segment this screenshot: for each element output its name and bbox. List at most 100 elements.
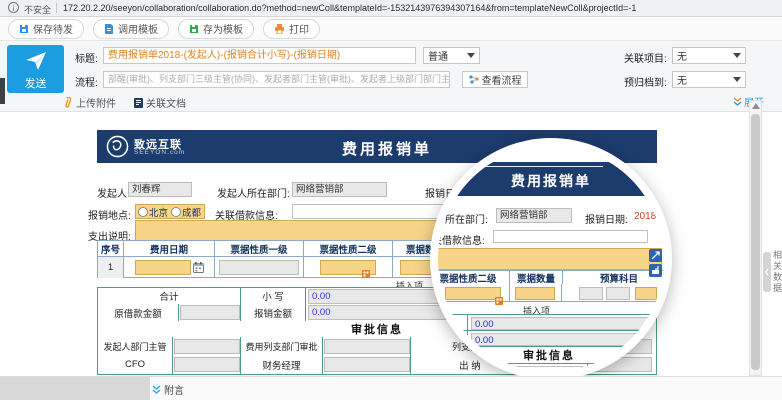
divider [56,3,57,13]
mag-col-divider [509,284,510,302]
save-as-template-button[interactable]: 存为模板 [178,19,254,39]
form-title: 费用报销单 [257,138,517,159]
mag-col-nature2: 票据性质二级 [438,271,510,284]
calendar-icon[interactable] [193,262,204,273]
page: i 不安全 172.20.2.20/seeyon/collaboration/c… [0,0,782,400]
mag-value1: 0.00 [471,317,651,330]
chevron-down-icon [733,53,741,58]
priority-value: 普通 [428,48,448,63]
radio-chengdu[interactable]: 成都 [171,205,201,219]
use-template-button[interactable]: 调用模板 [93,19,169,39]
mag-date-label: 报销日期: [585,211,628,226]
related-project-label: 关联项目: [624,50,667,65]
scroll-up-icon[interactable] [752,103,760,109]
mag-date-value: 2018- [634,211,660,222]
flow-icon [469,75,479,84]
radio-beijing-label: 北京 [149,205,168,219]
total-label: 合计 [98,288,241,304]
title-input[interactable]: 费用报销单2018-(发起人)-(报销合计小写)-(报销日期) [103,47,416,64]
approver1-label: 发起人部门主管 [98,337,173,355]
initiator-dept-field: 网络营销部 [292,182,387,197]
approver4-input [174,357,240,372]
mag-divider [587,364,588,372]
amount-words-label: 小 写 [241,288,306,304]
radio-beijing[interactable]: 北京 [138,205,168,219]
mag-col-divider [561,284,562,302]
mag-cashier-row: 出 纳 刘春辉 [438,363,664,372]
priority-select[interactable]: 普通 [423,47,480,64]
prearchive-value: 无 [677,72,687,87]
orig-loan-input [180,305,240,320]
approver1-input [174,339,240,354]
collapse-field-icon[interactable] [649,264,662,277]
mag-value2: 0.00 [471,333,651,346]
related-project-select[interactable]: 无 [672,47,746,64]
expand-field-icon[interactable] [649,249,662,262]
mag-loan-label: 关借款信息: [438,232,485,247]
approver2-cell [323,337,411,355]
send-button[interactable]: 发送 [7,45,64,93]
upload-attachment-label: 上传附件 [76,95,116,110]
mag-budget-extra-input [635,287,657,300]
link-document-label: 关联文档 [146,95,186,110]
view-flow-button[interactable]: 查看流程 [462,71,528,88]
related-project-value: 无 [677,48,687,63]
location-options: 北京 成都 [135,204,205,219]
approver4-cell [173,355,241,374]
approver5-label: 财务经理 [241,355,323,374]
double-chevron-down-icon [152,385,161,395]
radio-chengdu-label: 成都 [182,205,201,219]
info-icon[interactable]: i [8,2,19,13]
col-nature1: 票据性质一级 [215,241,304,256]
mag-divider [467,364,468,372]
send-label: 发送 [7,75,64,91]
mag-header-line [483,166,603,167]
col-nature2: 票据性质二级 [304,241,393,256]
print-label: 打印 [289,21,309,36]
lookup-icon[interactable] [362,270,370,278]
seeyon-logo-icon [106,135,129,158]
magnifier-circle: 费用报销单 所在部门: 网络营销部 报销日期: 2018- 关借款信息: 票据性… [430,138,672,380]
prearchive-select[interactable]: 无 [672,71,746,88]
scroll-thumb[interactable] [751,114,760,370]
mag-budget-input [579,287,603,300]
initiator-label: 发起人: [97,185,130,200]
mag-col-qty: 票据数量 [510,271,563,284]
mag-cashier-label: 出 纳 [438,367,448,372]
approver2-label: 费用列支部门审批 [241,337,323,355]
prearchive-label: 预归档到: [624,74,667,89]
approver2-input [324,339,410,354]
right-panel-tab[interactable]: 相关数据 [771,250,782,294]
security-label: 不安全 [24,3,51,16]
location-label: 报销地点: [88,207,131,222]
collapse-left-icon [763,252,771,292]
view-flow-label: 查看流程 [482,72,522,87]
mag-loan-input [493,230,648,243]
print-button[interactable]: 打印 [263,19,320,39]
note-toggle[interactable]: 附言 [152,382,184,397]
logo-text-en: SEEYON.com [134,149,185,156]
paperclip-icon [64,97,73,108]
mag-table-row [438,284,664,302]
flow-input[interactable]: 部醒(审批)、列支部门三级主管(协同)、发起者部门主管(审批)、发起者上级部门部… [103,71,450,88]
note-label: 附言 [164,382,184,397]
date-input[interactable] [135,260,191,275]
save-green-icon [189,24,199,34]
upload-attachment-link[interactable]: 上传附件 [64,95,116,110]
flow-value: 部醒(审批)、列支部门三级主管(协同)、发起者部门主管(审批)、发起者上级部门部… [108,74,450,84]
right-panel-handle[interactable] [763,252,771,292]
document-icon [134,98,143,108]
approval-header: 审批信息 [351,321,403,337]
left-panel-sliver [0,78,5,104]
template-icon [104,24,114,34]
address-url[interactable]: 172.20.2.20/seeyon/collaboration/collabo… [63,3,763,13]
mag-budget-input [606,287,630,300]
initiator-dept-label: 发起人所在部门: [217,185,290,200]
link-document-link[interactable]: 关联文档 [134,95,186,110]
mag-dept-label: 所在部门: [445,211,488,226]
save-draft-button[interactable]: 保存待发 [8,19,84,39]
mag-nature2-input [445,287,501,300]
footer-grey-block [0,377,150,400]
mag-approval-header: 审批信息 [523,350,575,362]
printer-icon [274,24,285,34]
